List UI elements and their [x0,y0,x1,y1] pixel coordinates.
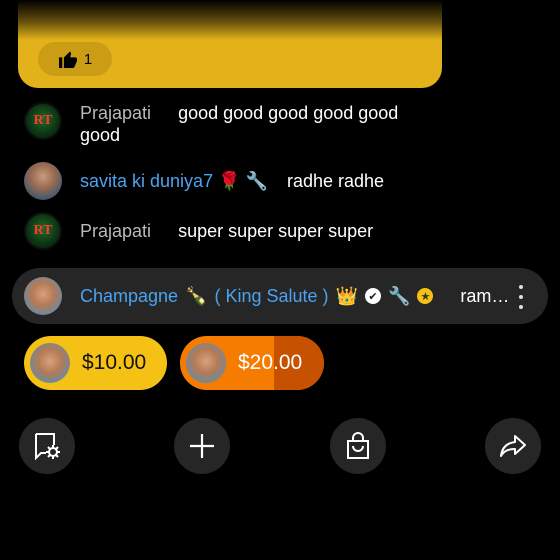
super-chat-chip[interactable]: $20.00 [180,336,324,390]
message-text: radhe radhe [286,171,385,191]
avatar [24,277,62,315]
avatar[interactable]: RT [24,102,62,140]
super-chat-chip[interactable]: $10.00 [24,336,167,390]
shopping-bag-icon [347,432,369,459]
pinned-message-text: ram… [460,285,510,306]
shopping-button[interactable] [330,418,386,474]
feedback-settings-button[interactable] [19,418,75,474]
pinned-author-name: Champagne [80,285,179,306]
star-badge-icon: ★ [417,288,434,304]
super-chat-amount: $10.00 [82,351,147,374]
author-name[interactable]: Prajapati [80,103,151,123]
highlighted-comment-card: 1 [18,0,442,88]
super-chat-amount: $20.00 [238,351,303,374]
verified-icon: ✔ [364,288,381,304]
pinned-author-suffix: ( King Salute ) [214,285,329,306]
pinned-message-bar[interactable]: Champagne 🍾 ( King Salute ) 👑 ✔ 🔧 ★ ram… [12,268,548,324]
avatar[interactable]: RT [24,212,62,250]
card-fade [18,0,442,40]
like-button[interactable]: 1 [38,42,112,76]
chat-message: savita ki duniya7 🌹 🔧 radhe radhe [24,162,384,200]
author-name[interactable]: Prajapati [80,221,151,241]
avatar[interactable] [24,162,62,200]
avatar [30,343,70,383]
wrench-icon: 🔧 [245,171,268,191]
add-button[interactable] [174,418,230,474]
champagne-icon: 🍾 [185,285,208,306]
feedback-settings-icon [35,433,60,461]
chat-message: RT Prajapati super super super super [24,212,373,250]
author-name[interactable]: savita ki duniya7 🌹 🔧 [80,171,268,191]
plus-icon [190,434,214,458]
crown-icon: 👑 [335,285,358,306]
share-icon [500,435,526,457]
share-button[interactable] [485,418,541,474]
wrench-icon: 🔧 [387,285,411,306]
thumbs-up-icon [58,51,77,68]
rose-icon: 🌹 [218,171,241,191]
like-count: 1 [83,50,93,68]
more-options-icon[interactable] [518,285,524,309]
avatar [186,343,226,383]
chat-message: RT Prajapati good good good good good go… [24,102,420,146]
message-text: super super super super [178,221,374,241]
